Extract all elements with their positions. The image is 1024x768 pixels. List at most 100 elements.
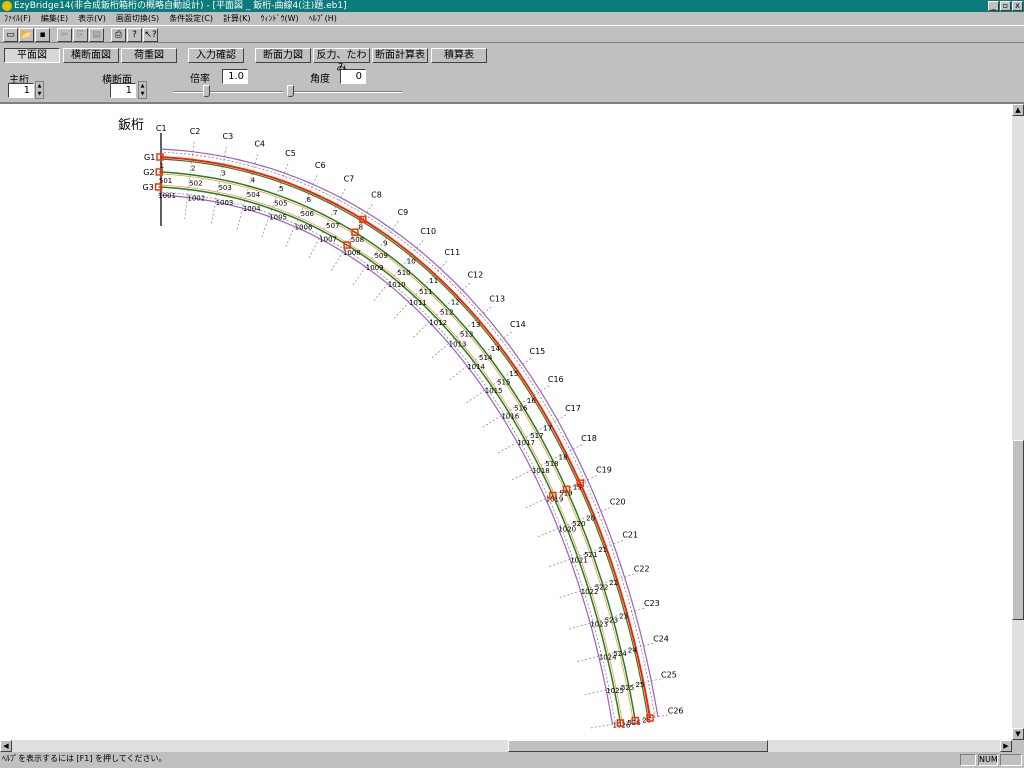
tab-load[interactable]: 荷重図 — [121, 48, 177, 63]
node-label: 1025 — [606, 687, 624, 695]
scroll-down-button[interactable]: ▼ — [1012, 728, 1024, 740]
scroll-up-button[interactable]: ▲ — [1012, 104, 1024, 116]
menu-conditions[interactable]: 条件設定(C) — [169, 12, 213, 25]
node-label: 23 — [619, 612, 628, 620]
horizontal-scroll-thumb[interactable] — [508, 740, 768, 752]
scale-label: 倍率 — [190, 74, 210, 85]
node-label: 1021 — [570, 556, 588, 564]
context-help-icon[interactable]: ↖? — [143, 28, 158, 42]
tab-section-calc-table[interactable]: 断面計算表 — [372, 48, 428, 63]
scroll-right-button[interactable]: ▶ — [1000, 740, 1012, 752]
plan-drawing-canvas[interactable]: 鈑桁 C1 C2 C3 C4 C5 C6 C7 C8 C9 C10 C11 C12 C13 C14 C15 C… — [0, 104, 1012, 740]
new-file-icon[interactable]: ▭ — [3, 28, 18, 42]
node-label: 24 — [628, 646, 637, 654]
section-label: C3 — [223, 132, 234, 141]
tab-section-force[interactable]: 断面力図 — [255, 48, 311, 63]
node-label: 513 — [460, 331, 473, 339]
close-button[interactable]: x — [1012, 1, 1023, 11]
main-girder-spinner[interactable]: ▲ ▼ — [35, 81, 44, 99]
main-girder-input[interactable]: 1 — [8, 83, 34, 98]
section-label: C21 — [622, 531, 638, 540]
menu-window[interactable]: ｳｨﾝﾄﾞｳ(W) — [261, 12, 299, 25]
node-label: 20 — [586, 514, 595, 522]
node-label: 25 — [636, 681, 645, 689]
status-text: ﾍﾙﾌﾟを表示するには [F1] を押してください。 — [2, 754, 167, 763]
window-title: EzyBridge14(非合成鈑桁箱桁の概略自動設計) - [平面図 _ 鈑桁-… — [14, 1, 347, 11]
section-label: C25 — [661, 670, 677, 679]
angle-input[interactable]: 0 — [340, 69, 366, 84]
girder-g1-stringer — [159, 158, 649, 719]
node-label: 1019 — [546, 496, 564, 504]
menu-calc[interactable]: 計算(K) — [223, 12, 251, 25]
paste-icon[interactable]: ▤ — [89, 28, 104, 42]
angle-slider-thumb[interactable] — [287, 85, 294, 97]
copy-icon[interactable]: ⎘ — [73, 28, 88, 42]
menu-screen[interactable]: 画面切換(S) — [116, 12, 159, 25]
section-label: C4 — [254, 140, 265, 149]
maximize-button[interactable]: ▫ — [1000, 1, 1011, 11]
node-label: 1015 — [485, 387, 503, 395]
plan-view-svg: 鈑桁 C1 C2 C3 C4 C5 C6 C7 C8 C9 C10 C11 C12 C13 C14 C15 C… — [118, 118, 684, 729]
node-label: 1012 — [429, 319, 447, 327]
drawing-title: 鈑桁 — [118, 118, 144, 133]
save-icon[interactable]: ▪ — [35, 28, 50, 42]
section-label: C11 — [444, 248, 460, 257]
vertical-scrollbar[interactable]: ▲ ▼ — [1012, 104, 1024, 740]
girder-g3-line — [158, 186, 622, 724]
cut-icon[interactable]: ✂ — [57, 28, 72, 42]
print-icon[interactable]: ⎙ — [111, 28, 126, 42]
menu-bar: ﾌｧｲﾙ(F) 編集(E) 表示(V) 画面切換(S) 条件設定(C) 計算(K… — [0, 12, 1024, 25]
tab-plan-view[interactable]: 平面図 — [4, 48, 60, 63]
menu-help[interactable]: ﾍﾙﾌﾟ(H) — [309, 12, 337, 25]
node-label: 1003 — [216, 199, 234, 207]
node-label: 508 — [351, 236, 364, 244]
node-label: 1016 — [501, 413, 519, 421]
node-label: 1024 — [599, 653, 617, 661]
minimize-button[interactable]: _ — [988, 1, 999, 11]
menu-edit[interactable]: 編集(E) — [41, 12, 68, 25]
open-folder-icon[interactable]: 📂 — [19, 28, 34, 42]
menu-file[interactable]: ﾌｧｲﾙ(F) — [4, 12, 31, 25]
section-label: C12 — [467, 271, 483, 280]
tab-input-check[interactable]: 入力確認 — [188, 48, 244, 63]
cross-section-input[interactable]: 1 — [110, 83, 136, 98]
title-bar: EzyBridge14(非合成鈑桁箱桁の概略自動設計) - [平面図 _ 鈑桁-… — [0, 0, 1024, 12]
node-label: 510 — [397, 269, 410, 277]
node-label: 1004 — [243, 205, 261, 213]
section-label: C14 — [510, 320, 526, 329]
scale-slider[interactable] — [173, 91, 283, 93]
girder-label: G1 — [144, 153, 155, 162]
section-label: C6 — [315, 161, 326, 170]
node-label: 515 — [497, 379, 510, 387]
cross-section-spinner[interactable]: ▲ ▼ — [138, 81, 147, 99]
girder-label: G3 — [143, 183, 154, 192]
vertical-scroll-thumb[interactable] — [1012, 440, 1024, 620]
node-label: 1005 — [269, 213, 287, 221]
node-label: 8 — [359, 223, 363, 231]
tab-quantity-table[interactable]: 積算表 — [431, 48, 487, 63]
tab-cross-section[interactable]: 横断面図 — [63, 48, 119, 63]
node-label: 512 — [440, 309, 453, 317]
scale-input[interactable]: 1.0 — [222, 69, 248, 84]
angle-slider[interactable] — [290, 91, 402, 93]
node-label: 1017 — [517, 439, 535, 447]
scroll-left-button[interactable]: ◀ — [0, 740, 12, 752]
horizontal-scrollbar[interactable]: ◀ ▶ — [0, 740, 1012, 752]
status-panel-1 — [960, 754, 976, 766]
node-label: 1006 — [295, 224, 313, 232]
section-label: C10 — [420, 227, 436, 236]
tab-reaction-deflection[interactable]: 反力、たわみ — [313, 48, 370, 74]
angle-label: 角度 — [310, 74, 330, 85]
node-label: 503 — [218, 184, 231, 192]
node-label: 7 — [333, 209, 337, 217]
node-label: 5 — [279, 185, 283, 193]
section-label: C23 — [644, 599, 660, 608]
node-label: 13 — [471, 321, 480, 329]
node-label: 507 — [326, 222, 339, 230]
menu-view[interactable]: 表示(V) — [78, 12, 106, 25]
node-label: 9 — [383, 240, 387, 248]
node-label: 4 — [251, 176, 256, 184]
node-label: 505 — [274, 199, 287, 207]
scale-slider-thumb[interactable] — [203, 85, 210, 97]
help-icon[interactable]: ? — [127, 28, 142, 42]
